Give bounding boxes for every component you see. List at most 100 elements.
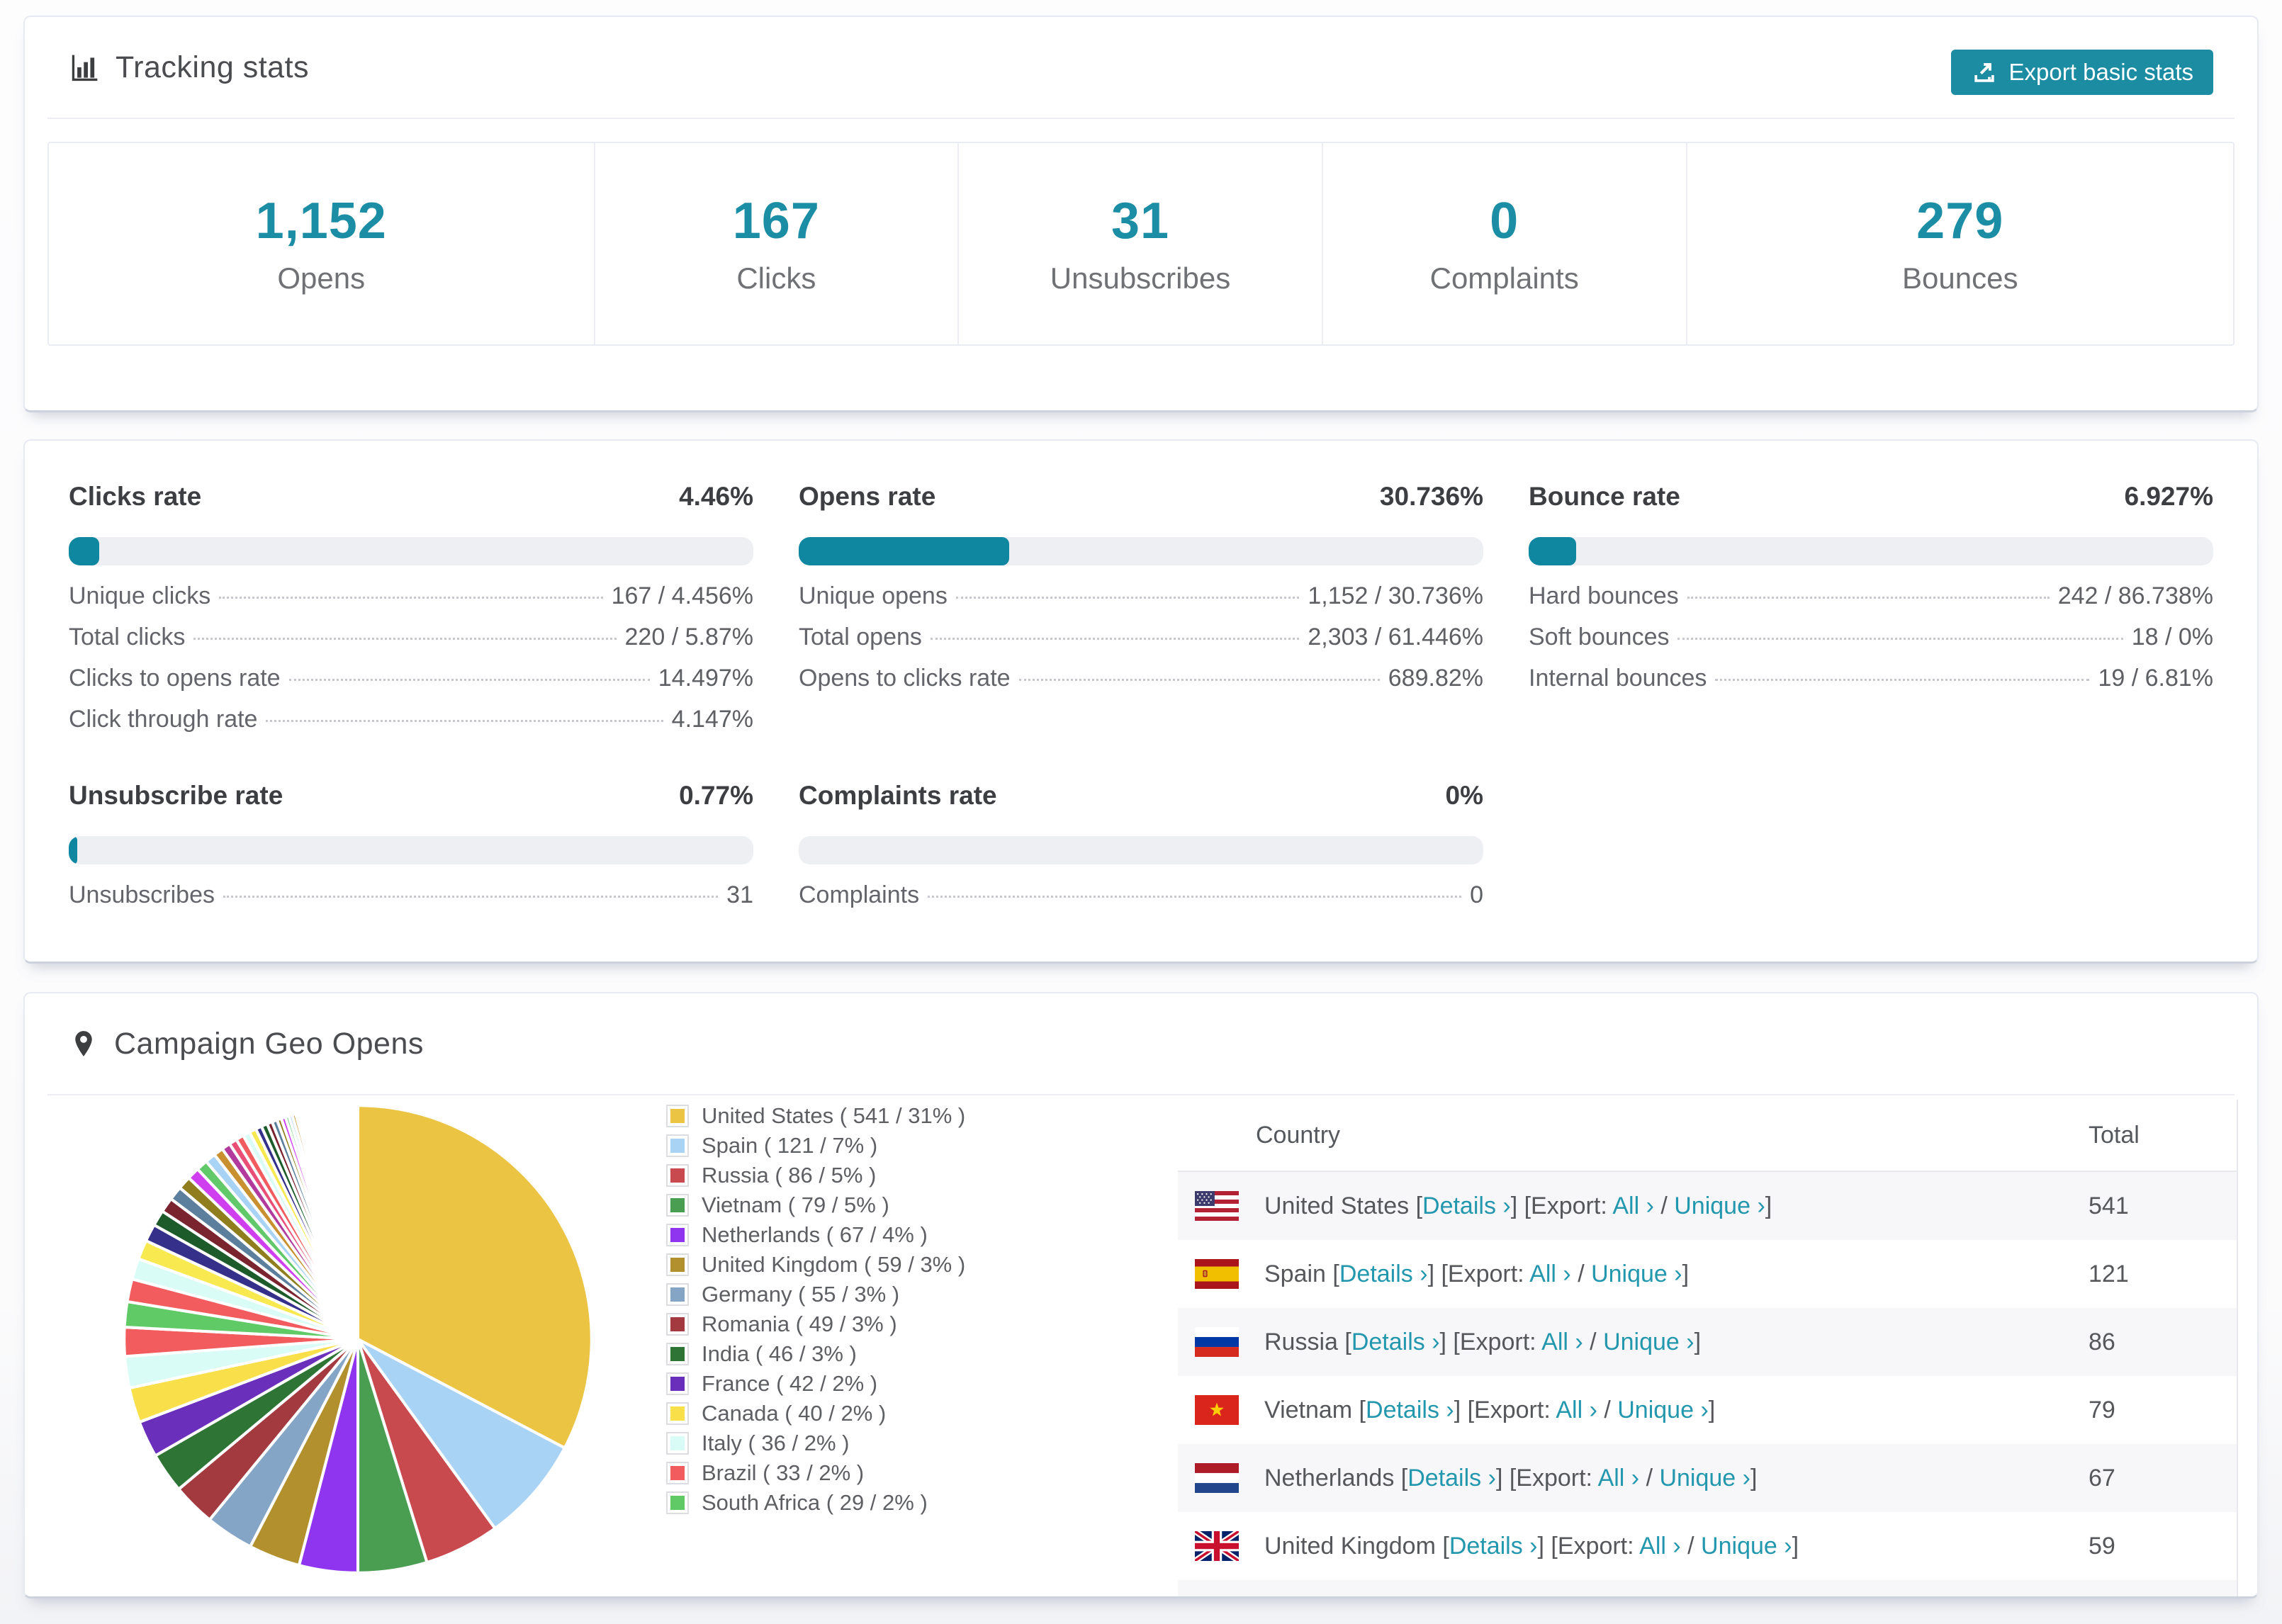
rate-title-clicks-rate: Clicks rate [69, 482, 202, 511]
geo-title: Campaign Geo Opens [114, 1026, 424, 1061]
tracking-stats-header: Tracking stats Export basic stats [25, 17, 2257, 118]
detail-value-unsubscribes: 31 [726, 881, 753, 908]
rate-details-opens-rate: Unique opens 1,152 / 30.736% Total opens 2,… [799, 582, 1483, 706]
details-link-spain[interactable]: Details › [1339, 1261, 1428, 1287]
dotted-leader [219, 597, 603, 599]
export-unique-link-united-kingdom[interactable]: Unique › [1701, 1533, 1792, 1560]
rate-head-bounce-rate: Bounce rate 6.927% [1529, 482, 2213, 512]
dotted-leader [1687, 597, 2050, 599]
rate-value-unsubscribe-rate: 0.77% [679, 781, 753, 810]
rate-block-unsubscribe-rate: Unsubscribe rate 0.77% Unsubscribes 31 [69, 781, 753, 923]
export-all-link-united-states[interactable]: All › [1612, 1192, 1654, 1219]
dotted-leader [266, 720, 663, 722]
summary-cell-unsubscribes: 31 Unsubscribes [959, 143, 1323, 344]
legend-swatch-color [670, 1347, 685, 1361]
rate-title-bounce-rate: Bounce rate [1529, 482, 1680, 511]
rate-block-complaints-rate: Complaints rate 0% Complaints 0 [799, 781, 1483, 923]
export-all-link-netherlands[interactable]: All › [1598, 1465, 1640, 1492]
legend-item-vietnam: Vietnam ( 79 / 5% ) [666, 1190, 965, 1220]
legend-label-russia: Russia ( 86 / 5% ) [702, 1163, 877, 1188]
export-unique-link-russia[interactable]: Unique › [1603, 1329, 1694, 1355]
legend-swatch-united-states [666, 1105, 689, 1127]
rate-details-bounce-rate: Hard bounces 242 / 86.738% Soft bounces 18 … [1529, 582, 2213, 706]
summary-label-complaints: Complaints [1429, 261, 1579, 295]
detail-value-clicks-to-opens-rate: 14.497% [658, 665, 753, 692]
export-unique-link-vietnam[interactable]: Unique › [1617, 1397, 1709, 1423]
bracket-text: ] [Export: [1439, 1328, 1542, 1355]
legend-item-germany: Germany ( 55 / 3% ) [666, 1280, 965, 1309]
detail-label-total-opens: Total opens [799, 624, 922, 650]
details-link-netherlands[interactable]: Details › [1407, 1465, 1496, 1492]
bracket-text: ] [Export: [1495, 1464, 1598, 1492]
map-pin-icon [69, 1029, 99, 1059]
rate-details-unsubscribe-rate: Unsubscribes 31 [69, 881, 753, 923]
export-all-link-united-kingdom[interactable]: All › [1639, 1533, 1681, 1560]
geo-header: Campaign Geo Opens [25, 993, 2257, 1094]
export-all-link-spain[interactable]: All › [1529, 1261, 1571, 1287]
details-link-united-states[interactable]: Details › [1422, 1192, 1511, 1219]
summary-value-opens: 1,152 [255, 193, 387, 249]
rate-progressbar-clicks-rate [69, 537, 753, 565]
pie-legend: United States ( 541 / 31% ) Spain ( 121 /… [666, 1101, 965, 1518]
detail-label-unsubscribes: Unsubscribes [69, 881, 215, 908]
rate-value-clicks-rate: 4.46% [679, 482, 753, 511]
summary-value-clicks: 167 [732, 193, 820, 249]
legend-label-brazil: Brazil ( 33 / 2% ) [702, 1460, 865, 1485]
geo-table-row-united-kingdom: United Kingdom [Details ›] [Export: All … [1178, 1512, 2237, 1580]
rate-title-opens-rate: Opens rate [799, 482, 936, 511]
rate-title-complaints-rate: Complaints rate [799, 781, 997, 810]
summary-cell-complaints: 0 Complaints [1323, 143, 1687, 344]
export-icon [1971, 59, 1998, 86]
rate-progressbar-bounce-rate [1529, 537, 2213, 565]
geo-row-total-united-states: 541 [2089, 1192, 2129, 1219]
country-name: Netherlands [ [1264, 1464, 1408, 1492]
bracket-text: ] [Export: [1427, 1260, 1530, 1287]
slash-text: / [1583, 1328, 1604, 1355]
details-link-united-kingdom[interactable]: Details › [1449, 1533, 1538, 1560]
bracket-text: ] [Export: [1454, 1396, 1556, 1423]
legend-label-romania: Romania ( 49 / 3% ) [702, 1312, 897, 1336]
summary-cell-clicks: 167 Clicks [595, 143, 960, 344]
geo-table: Country Total United States [Details ›] … [1178, 1100, 2238, 1596]
bracket-text: ] [1708, 1396, 1716, 1423]
detail-row-hard-bounces: Hard bounces 242 / 86.738% [1529, 582, 2213, 624]
legend-item-france: France ( 42 / 2% ) [666, 1369, 965, 1399]
detail-label-hard-bounces: Hard bounces [1529, 582, 1679, 609]
summary-value-complaints: 0 [1490, 193, 1519, 249]
export-all-link-russia[interactable]: All › [1541, 1329, 1583, 1355]
export-unique-link-united-states[interactable]: Unique › [1674, 1192, 1765, 1219]
legend-swatch-color [670, 1228, 685, 1242]
geo-table-row-united-states: United States [Details ›] [Export: All ›… [1178, 1172, 2237, 1240]
russia-flag-icon [1195, 1327, 1239, 1357]
summary-cell-bounces: 279 Bounces [1687, 143, 2234, 344]
legend-item-spain: Spain ( 121 / 7% ) [666, 1131, 965, 1161]
detail-label-opens-to-clicks-rate: Opens to clicks rate [799, 665, 1011, 692]
legend-swatch-canada [666, 1402, 689, 1425]
export-all-link-vietnam[interactable]: All › [1556, 1397, 1597, 1423]
export-unique-link-spain[interactable]: Unique › [1591, 1261, 1682, 1287]
detail-row-total-opens: Total opens 2,303 / 61.446% [799, 624, 1483, 665]
details-link-vietnam[interactable]: Details › [1366, 1397, 1454, 1423]
slash-text: / [1597, 1396, 1618, 1423]
legend-swatch-romania [666, 1313, 689, 1336]
details-link-russia[interactable]: Details › [1351, 1329, 1440, 1355]
detail-row-unsubscribes: Unsubscribes 31 [69, 881, 753, 923]
dotted-leader [1715, 679, 2090, 681]
rates-wrap: Clicks rate 4.46% Unique clicks 167 / 4.456… [69, 482, 2213, 923]
geo-row-total-vietnam: 79 [2089, 1396, 2115, 1423]
legend-item-brazil: Brazil ( 33 / 2% ) [666, 1458, 965, 1488]
rate-progress-fill-opens-rate [799, 537, 1009, 565]
rate-progress-fill-bounce-rate [1529, 537, 1576, 565]
legend-item-united-kingdom: United Kingdom ( 59 / 3% ) [666, 1250, 965, 1280]
detail-value-internal-bounces: 19 / 6.81% [2098, 665, 2213, 692]
rate-title-unsubscribe-rate: Unsubscribe rate [69, 781, 283, 810]
detail-row-unique-opens: Unique opens 1,152 / 30.736% [799, 582, 1483, 624]
legend-label-germany: Germany ( 55 / 3% ) [702, 1282, 900, 1307]
legend-swatch-russia [666, 1164, 689, 1187]
legend-item-italy: Italy ( 36 / 2% ) [666, 1428, 965, 1458]
export-basic-stats-button[interactable]: Export basic stats [1950, 50, 2213, 95]
rates-row-1: Clicks rate 4.46% Unique clicks 167 / 4.456… [69, 482, 2213, 747]
geo-row-total-spain: 121 [2089, 1260, 2129, 1287]
rate-value-bounce-rate: 6.927% [2124, 482, 2214, 511]
export-unique-link-netherlands[interactable]: Unique › [1659, 1465, 1750, 1492]
